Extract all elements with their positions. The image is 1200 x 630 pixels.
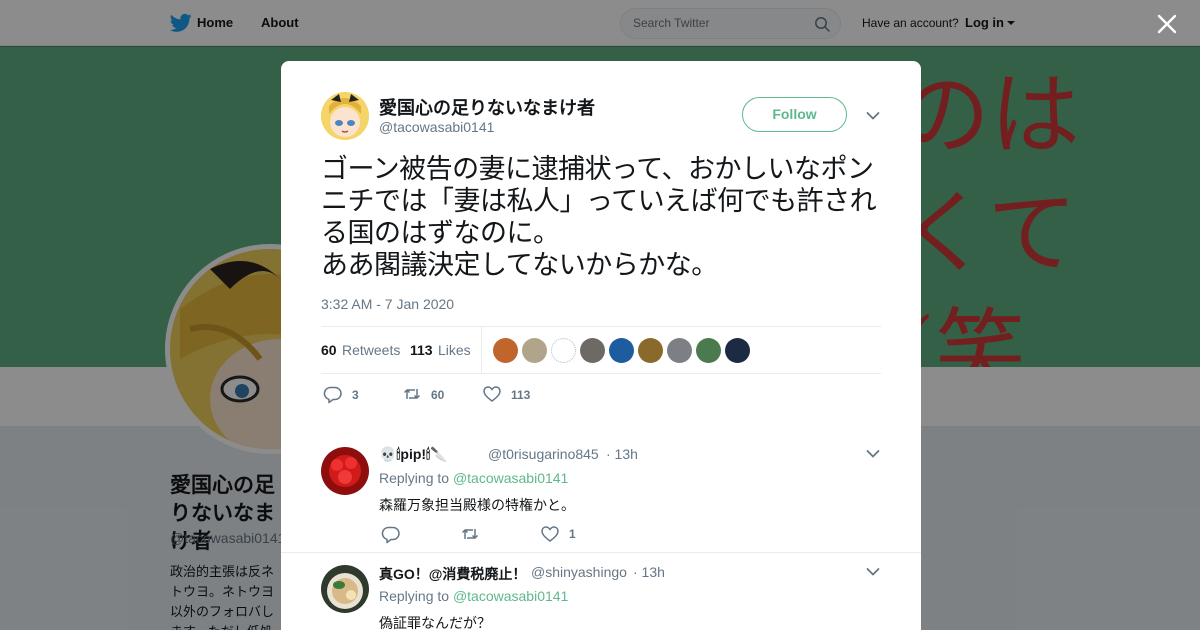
author-avatar[interactable] (321, 92, 369, 140)
author-name[interactable]: 愛国心の足りないなまけ者 (379, 94, 595, 120)
tweet-modal: 愛国心の足りないなまけ者 @tacowasabi0141 Follow ゴーン被… (281, 61, 921, 630)
reply-age[interactable]: · 13h (606, 446, 638, 462)
reply-avatar[interactable] (321, 565, 369, 613)
liker-avatar[interactable] (696, 338, 721, 363)
red-flower-avatar-icon (321, 447, 369, 495)
ramen-avatar-icon (321, 565, 369, 613)
chevron-down-icon[interactable] (866, 567, 880, 577)
replying-to: Replying to @tacowasabi0141 (379, 588, 568, 604)
replying-to: Replying to @tacowasabi0141 (379, 470, 568, 486)
replying-to-prefix: Replying to (379, 470, 450, 486)
reply-tweet[interactable]: 真GO！@消費税廃止！ @shinyashingo · 13h Replying… (281, 552, 921, 630)
likes-count[interactable]: 113 (410, 342, 433, 358)
reply-icon[interactable] (381, 524, 401, 544)
liker-avatar[interactable] (638, 338, 663, 363)
heart-icon[interactable] (482, 384, 502, 404)
author-handle[interactable]: @tacowasabi0141 (379, 119, 494, 135)
chevron-down-icon[interactable] (866, 111, 880, 121)
author-avatar-illustration-icon (321, 92, 369, 140)
tweet-stats: 60 Retweets 113 Likes (321, 326, 881, 374)
reply-count[interactable]: 3 (352, 388, 359, 402)
likes-label[interactable]: Likes (438, 342, 471, 358)
reply-icon[interactable] (323, 384, 343, 404)
liker-avatar[interactable] (580, 338, 605, 363)
liker-avatar[interactable] (667, 338, 692, 363)
reply-text: 偽証罪なんだが？ (379, 615, 491, 630)
replying-to-prefix: Replying to (379, 588, 450, 604)
liker-avatar[interactable] (522, 338, 547, 363)
tweet-timestamp[interactable]: 3:32 AM - 7 Jan 2020 (321, 296, 454, 312)
reply-text: 森羅万象担当殿様の特権かと。 (379, 497, 575, 513)
retweets-count[interactable]: 60 (321, 342, 337, 358)
reply-tweet[interactable]: 💀🕯pip!🕯🔪 @t0risugarino845 · 13h Replying… (281, 433, 921, 553)
like-count[interactable]: 113 (511, 388, 530, 402)
retweet-count[interactable]: 60 (431, 388, 444, 402)
retweet-icon[interactable] (460, 524, 480, 544)
liker-avatar[interactable] (609, 338, 634, 363)
replying-to-handle[interactable]: @tacowasabi0141 (453, 470, 568, 486)
reply-like-count[interactable]: 1 (569, 527, 576, 541)
reply-author-handle[interactable]: @shinyashingo (531, 564, 627, 580)
reply-age[interactable]: · 13h (633, 564, 665, 580)
liker-avatar[interactable] (725, 338, 750, 363)
tweet-text: ゴーン被告の妻に逮捕状って、おかしいなポンニチでは「妻は私人」っていえば何でも許… (321, 154, 877, 281)
follow-button[interactable]: Follow (742, 97, 847, 132)
reply-avatar[interactable] (321, 447, 369, 495)
reply-author-handle[interactable]: @t0risugarino845 (488, 446, 599, 462)
liker-avatar[interactable] (551, 338, 576, 363)
liker-avatar[interactable] (493, 338, 518, 363)
close-icon[interactable] (1155, 12, 1179, 36)
replying-to-handle[interactable]: @tacowasabi0141 (453, 588, 568, 604)
retweets-label[interactable]: Retweets (342, 342, 400, 358)
reply-author-name[interactable]: 💀🕯pip!🕯🔪 (379, 446, 447, 463)
chevron-down-icon[interactable] (866, 449, 880, 459)
stats-divider (481, 327, 482, 373)
retweet-icon[interactable] (402, 384, 422, 404)
reply-author-name[interactable]: 真GO！@消費税廃止！ (379, 564, 526, 584)
heart-icon[interactable] (540, 524, 560, 544)
